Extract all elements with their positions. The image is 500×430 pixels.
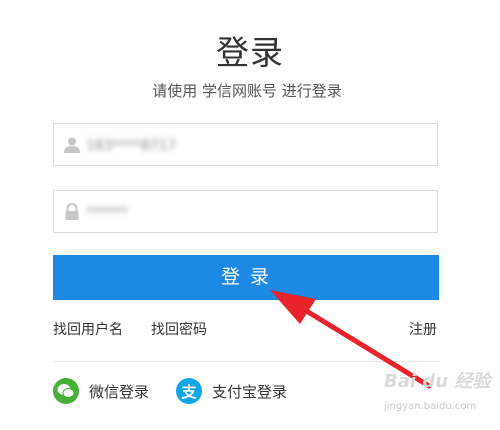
alipay-login-label: 支付宝登录 bbox=[212, 382, 288, 401]
divider bbox=[53, 361, 439, 362]
username-input[interactable] bbox=[84, 124, 428, 167]
wechat-login-label: 微信登录 bbox=[89, 382, 150, 401]
page-subtitle: 请使用 学信网账号 进行登录 bbox=[152, 82, 342, 100]
watermark-brand: Bai du 经验 bbox=[384, 371, 491, 392]
password-field[interactable] bbox=[53, 190, 438, 234]
alipay-login-button[interactable]: 支 支付宝登录 bbox=[176, 377, 287, 405]
password-input[interactable] bbox=[84, 191, 428, 234]
alipay-glyph: 支 bbox=[181, 382, 197, 401]
page-title: 登录 bbox=[216, 33, 284, 72]
retrieve-password-link[interactable]: 找回密码 bbox=[151, 319, 207, 339]
lock-icon bbox=[65, 203, 79, 220]
user-icon bbox=[64, 137, 80, 153]
wechat-login-button[interactable]: 微信登录 bbox=[53, 377, 149, 405]
retrieve-username-link[interactable]: 找回用户名 bbox=[53, 319, 123, 339]
alipay-icon: 支 bbox=[176, 378, 202, 404]
register-link[interactable]: 注册 bbox=[409, 319, 437, 339]
username-field[interactable] bbox=[53, 123, 438, 167]
wechat-icon bbox=[53, 378, 79, 404]
watermark-url: jingyan.baidu.com bbox=[384, 401, 477, 412]
login-button[interactable]: 登 录 bbox=[53, 255, 439, 300]
baidu-watermark: Bai du 经验 jingyan.baidu.com bbox=[384, 367, 500, 417]
